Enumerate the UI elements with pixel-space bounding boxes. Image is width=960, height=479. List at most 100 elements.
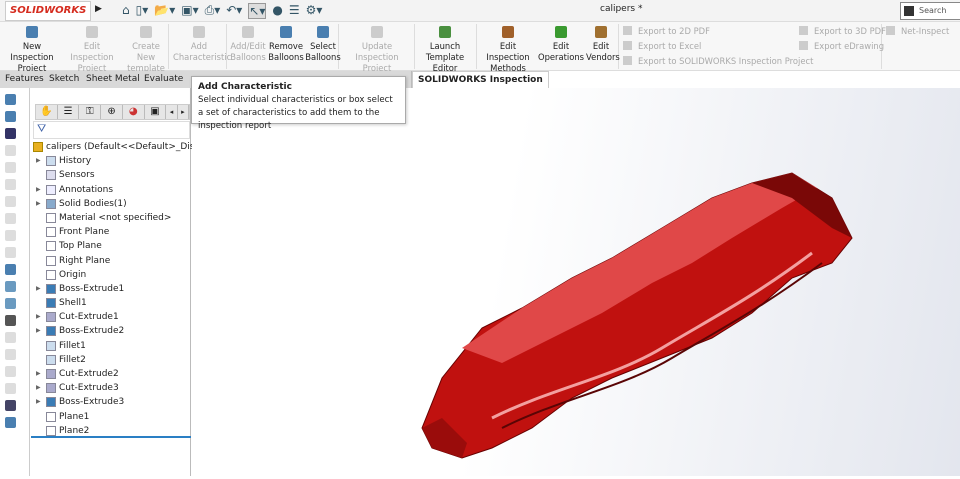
options-gear-icon[interactable]: ⚙▾ [306, 3, 323, 19]
ribbon-button-edit-inspection-project[interactable]: Edit Inspection Project [64, 26, 120, 74]
scroll-right-icon[interactable]: ▸ [178, 105, 190, 119]
ribbon-button-add-characteristic[interactable]: Add Characteristic [173, 26, 231, 63]
menu-expand-arrow-icon[interactable]: ▶ [95, 4, 102, 14]
export-excel-button[interactable]: Export to Excel [623, 41, 701, 51]
tree-item-top-plane[interactable]: Top Plane [31, 239, 191, 253]
tab-features[interactable]: Features [0, 71, 50, 88]
ribbon-button-edit-inspection-methods[interactable]: Edit Inspection Methods [479, 26, 537, 74]
tool-icon[interactable] [5, 349, 16, 360]
dimxpert-tab-icon[interactable]: ⊕ [101, 105, 123, 119]
tree-item-front-plane[interactable]: Front Plane [31, 225, 191, 239]
feature-icon [46, 383, 56, 394]
expand-arrow-icon[interactable]: ▶ [36, 367, 41, 381]
tool-icon[interactable] [5, 94, 16, 105]
tree-item-annotations[interactable]: ▶ Annotations [31, 183, 191, 197]
tree-item-boss-extrude3[interactable]: ▶ Boss-Extrude3 [31, 395, 191, 409]
tool-icon[interactable] [5, 315, 16, 326]
feature-icon [46, 212, 56, 223]
tool-icon[interactable] [5, 366, 16, 377]
export-inspection-project-button[interactable]: Export to SOLIDWORKS Inspection Project [623, 56, 813, 66]
property-manager-tab-icon[interactable]: ☰ [58, 105, 80, 119]
save-icon[interactable]: ▣▾ [181, 3, 198, 19]
rollback-bar[interactable] [31, 436, 191, 438]
select-icon[interactable]: ↖▾ [248, 3, 267, 19]
tool-icon[interactable] [5, 196, 16, 207]
tree-item-boss-extrude2[interactable]: ▶ Boss-Extrude2 [31, 324, 191, 338]
tab-evaluate[interactable]: Evaluate [139, 71, 190, 88]
tree-item-origin[interactable]: Origin [31, 268, 191, 282]
search-commands-input[interactable]: Search Com [900, 2, 960, 31]
ribbon-button-edit-vendors[interactable]: Edit Vendors [586, 26, 620, 63]
tool-icon[interactable] [5, 298, 16, 309]
expand-arrow-icon[interactable]: ▶ [36, 282, 41, 296]
ribbon-button-select-balloons[interactable]: Select Balloons [305, 26, 341, 63]
tool-icon[interactable] [5, 111, 16, 122]
inspection-tab-icon[interactable]: ▣ [145, 105, 167, 119]
feature-manager-tab-icon[interactable]: ✋ [36, 105, 58, 119]
expand-arrow-icon[interactable]: ▶ [36, 310, 41, 324]
expand-arrow-icon[interactable]: ▶ [36, 395, 41, 409]
tree-item-fillet2[interactable]: Fillet2 [31, 353, 191, 367]
expand-arrow-icon[interactable]: ▶ [36, 324, 41, 338]
tab-sketch[interactable]: Sketch [44, 71, 86, 88]
configuration-manager-tab-icon[interactable]: ⚿ [79, 105, 102, 119]
tree-item-solid-bodies-1[interactable]: ▶ Solid Bodies(1) [31, 197, 191, 211]
ribbon-button-add-edit-balloons[interactable]: Add/Edit Balloons [229, 26, 267, 63]
tool-icon[interactable] [5, 264, 16, 275]
home-icon[interactable]: ⌂ [122, 3, 130, 19]
ribbon-button-remove-balloons[interactable]: Remove Balloons [267, 26, 305, 63]
tree-item-cut-extrude2[interactable]: ▶ Cut-Extrude2 [31, 367, 191, 381]
filter-icon[interactable]: ⛛ [33, 121, 190, 139]
export-2d-pdf-button[interactable]: Export to 2D PDF [623, 26, 710, 36]
tree-item-shell1[interactable]: Shell1 [31, 296, 191, 310]
tree-item-cut-extrude3[interactable]: ▶ Cut-Extrude3 [31, 381, 191, 395]
tool-icon[interactable] [5, 128, 16, 139]
tree-item-boss-extrude1[interactable]: ▶ Boss-Extrude1 [31, 282, 191, 296]
graphics-area[interactable] [192, 88, 960, 476]
tool-icon[interactable] [5, 179, 16, 190]
ribbon-button-update-inspection-project[interactable]: Update Inspection Project [341, 26, 413, 74]
undo-icon[interactable]: ↶▾ [226, 3, 242, 19]
tool-icon[interactable] [5, 400, 16, 411]
net-inspect-button[interactable]: Net-Inspect [886, 26, 949, 36]
label: Export eDrawing [814, 41, 885, 51]
tool-icon[interactable] [5, 213, 16, 224]
rebuild-icon[interactable]: ● [272, 3, 282, 19]
new-document-icon[interactable]: ▯▾ [136, 3, 149, 19]
display-manager-tab-icon[interactable]: ◕ [123, 105, 145, 119]
export-edrawing-button[interactable]: Export eDrawing [799, 41, 884, 51]
file-properties-icon[interactable]: ☰ [289, 3, 300, 19]
scroll-left-icon[interactable]: ◂ [166, 105, 178, 119]
expand-arrow-icon[interactable]: ▶ [36, 197, 41, 211]
tool-icon[interactable] [5, 230, 16, 241]
expand-arrow-icon[interactable]: ▶ [36, 154, 41, 168]
tool-icon[interactable] [5, 162, 16, 173]
open-icon[interactable]: 📂▾ [154, 3, 175, 19]
expand-arrow-icon[interactable]: ▶ [36, 183, 41, 197]
tree-item-plane1[interactable]: Plane1 [31, 410, 191, 424]
tree-root-calipers[interactable]: calipers (Default<<Default>_Display [31, 140, 214, 154]
print-icon[interactable]: ⎙▾ [205, 3, 221, 19]
tool-icon[interactable] [5, 247, 16, 258]
tree-item-material-not-specified[interactable]: Material <not specified> [31, 211, 191, 225]
expand-arrow-icon[interactable]: ▶ [36, 381, 41, 395]
tree-item-right-plane[interactable]: Right Plane [31, 254, 191, 268]
ribbon-button-new-inspection-project[interactable]: New Inspection Project [3, 26, 61, 74]
tree-item-cut-extrude1[interactable]: ▶ Cut-Extrude1 [31, 310, 191, 324]
ribbon-button-edit-operations[interactable]: Edit Operations [538, 26, 584, 63]
caliper-model[interactable] [192, 88, 960, 476]
ribbon-button-create-new-template[interactable]: Create New template [122, 26, 170, 74]
tab-solidworks-inspection[interactable]: SOLIDWORKS Inspection [412, 71, 549, 88]
tool-icon[interactable] [5, 332, 16, 343]
ribbon-button-launch-template-editor[interactable]: Launch Template Editor [418, 26, 472, 74]
tool-icon[interactable] [5, 281, 16, 292]
solidworks-logo[interactable]: SOLIDWORKS [5, 1, 91, 21]
tool-icon[interactable] [5, 383, 16, 394]
export-3d-pdf-button[interactable]: Export to 3D PDF [799, 26, 886, 36]
tool-icon[interactable] [5, 417, 16, 428]
tree-item-sensors[interactable]: Sensors [31, 168, 191, 182]
tree-item-history[interactable]: ▶ History [31, 154, 191, 168]
tab-sheet-metal[interactable]: Sheet Metal [81, 71, 146, 88]
tree-item-fillet1[interactable]: Fillet1 [31, 339, 191, 353]
tool-icon[interactable] [5, 145, 16, 156]
